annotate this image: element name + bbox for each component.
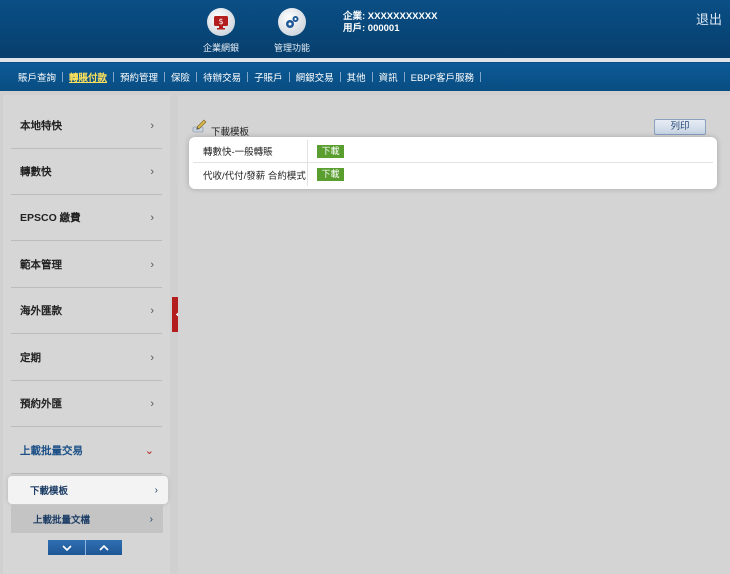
sidebar: 本地特快 › 轉數快 › EPSCO 繳費 › 範本管理 › 海外匯款 › 定期… — [3, 95, 170, 574]
sidebar-pager — [48, 540, 123, 555]
sidebar-item-label: 本地特快 — [20, 120, 62, 132]
chevron-right-icon: › — [154, 484, 158, 496]
management-label: 管理功能 — [273, 43, 310, 53]
chevron-right-icon: › — [150, 258, 154, 271]
nav-item[interactable]: 轉賬付款 — [63, 70, 113, 84]
template-name: 轉數快-一般轉賬 — [193, 140, 308, 162]
gears-icon — [278, 8, 306, 36]
sidebar-item-overseas-remittance[interactable]: 海外匯款 › — [11, 288, 162, 334]
user-line: 用戶: 000001 — [343, 23, 400, 34]
nav-item[interactable]: EBPP客戶服務 — [405, 70, 480, 84]
chevron-down-icon — [61, 544, 72, 551]
sidebar-item-forward-fx[interactable]: 預約外匯 › — [11, 381, 162, 427]
main-content: 下載模板 列印 轉數快-一般轉賬 下載 代收/代付/發薪 合約模式 下載 — [178, 95, 730, 574]
sidebar-item-batch-upload[interactable]: 上載批量交易 ⌄ — [11, 428, 162, 474]
nav-item[interactable]: 子賬戶 — [248, 70, 289, 84]
chevron-right-icon: › — [150, 397, 154, 410]
corporate-banking-label: 企業網銀 — [202, 43, 239, 53]
chevron-right-icon: › — [150, 351, 154, 364]
sidebar-item-label: 上載批量交易 — [20, 445, 83, 457]
nav-divider — [480, 72, 481, 82]
sidebar-item-local-express[interactable]: 本地特快 › — [11, 103, 162, 149]
sidebar-subitem-upload-batch-file[interactable]: 上載批量文檔 › — [11, 505, 163, 533]
chevron-right-icon: › — [150, 304, 154, 317]
chevron-down-icon: ⌄ — [144, 445, 154, 457]
top-header: $ 企業網銀 管理功能 企業: XXXXXXXXXXX 用戶: 000001 退… — [0, 0, 730, 58]
sidebar-item-templates[interactable]: 範本管理 › — [11, 242, 162, 288]
corporate-banking-button[interactable]: $ 企業網銀 — [191, 8, 251, 54]
scroll-up-button[interactable] — [85, 540, 122, 555]
download-button[interactable]: 下載 — [317, 144, 344, 158]
nav-item[interactable]: 其他 — [341, 70, 372, 84]
chevron-right-icon: › — [150, 211, 154, 224]
chevron-up-icon — [99, 544, 109, 551]
download-button[interactable]: 下載 — [317, 168, 344, 181]
sidebar-subitem-download-template[interactable]: 下載模板 › — [8, 476, 168, 504]
sidebar-subitem-label: 下載模板 — [30, 486, 69, 497]
sidebar-item-epsco[interactable]: EPSCO 繳費 › — [11, 195, 162, 241]
chevron-right-icon: › — [150, 165, 154, 178]
print-button[interactable]: 列印 — [654, 119, 706, 135]
sidebar-item-label: 定期 — [20, 352, 41, 364]
monitor-icon: $ — [207, 8, 235, 36]
nav-item[interactable]: 賬戶查詢 — [12, 70, 62, 84]
company-line: 企業: XXXXXXXXXXX — [343, 11, 438, 22]
sidebar-item-label: EPSCO 繳費 — [20, 212, 81, 224]
user-info: 企業: XXXXXXXXXXX 用戶: 000001 — [343, 11, 438, 35]
sidebar-item-label: 預約外匯 — [20, 398, 62, 410]
nav-item[interactable]: 保險 — [165, 70, 196, 84]
nav-item[interactable]: 網銀交易 — [290, 70, 340, 84]
template-name: 代收/代付/發薪 合約模式 — [193, 163, 308, 186]
page-header: 下載模板 — [192, 116, 249, 138]
logout-button[interactable]: 退出 — [696, 9, 722, 28]
sidebar-item-fps[interactable]: 轉數快 › — [11, 149, 162, 195]
nav-item[interactable]: 資訊 — [373, 70, 404, 84]
template-table: 轉數快-一般轉賬 下載 代收/代付/發薪 合約模式 下載 — [189, 137, 717, 189]
nav-item[interactable]: 預約管理 — [114, 70, 164, 84]
page-title: 下載模板 — [211, 127, 250, 138]
sidebar-item-label: 海外匯款 — [20, 305, 62, 317]
chevron-right-icon: › — [149, 513, 153, 525]
management-button[interactable]: 管理功能 — [262, 8, 322, 54]
sidebar-item-time-deposit[interactable]: 定期 › — [11, 335, 162, 381]
main-nav: 賬戶查詢 轉賬付款 預約管理 保險 待辦交易 子賬戶 網銀交易 其他 資訊 EBPP客戶服務 — [0, 58, 730, 91]
nav-menu: 賬戶查詢 轉賬付款 預約管理 保險 待辦交易 子賬戶 網銀交易 其他 資訊 EBPP客戶服務 — [0, 63, 730, 91]
table-row: 轉數快-一般轉賬 下載 — [193, 140, 713, 163]
sidebar-subitem-label: 上載批量文檔 — [33, 515, 91, 526]
edit-pencil-icon — [192, 118, 208, 137]
table-row: 代收/代付/發薪 合約模式 下載 — [193, 163, 713, 186]
scroll-down-button[interactable] — [48, 540, 85, 555]
sidebar-item-label: 範本管理 — [20, 259, 62, 271]
svg-text:$: $ — [218, 17, 223, 26]
nav-item[interactable]: 待辦交易 — [197, 70, 247, 84]
sidebar-item-label: 轉數快 — [20, 166, 52, 178]
chevron-right-icon: › — [150, 119, 154, 132]
